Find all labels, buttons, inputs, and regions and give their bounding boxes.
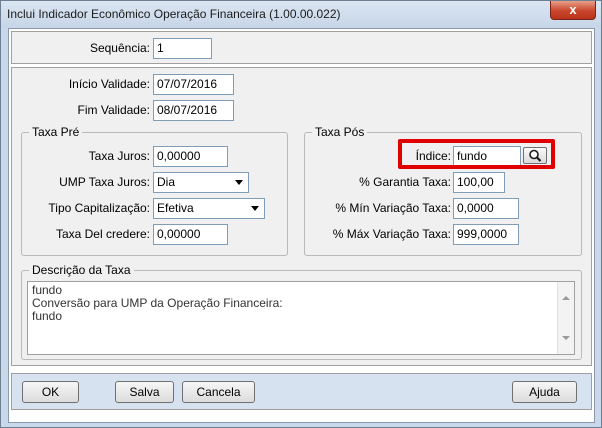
ump-taxa-juros-select[interactable]: Dia [153,172,249,193]
salva-button[interactable]: Salva [115,381,174,403]
taxa-pos-legend: Taxa Pós [312,125,368,139]
inicio-validade-label: Início Validade: [68,77,150,91]
dialog-content: Sequência: 1 Início Validade: 07/07/2016… [8,28,595,423]
tipo-capitalizacao-select[interactable]: Efetiva [153,198,265,219]
fim-validade-input[interactable]: 08/07/2016 [153,100,234,121]
taxa-pre-legend: Taxa Pré [29,125,83,139]
descricao-textarea[interactable]: fundo Conversão para UMP da Operação Fin… [27,281,575,355]
sequencia-panel: Sequência: 1 [11,31,592,64]
descricao-line: Conversão para UMP da Operação Financeir… [32,296,283,310]
scroll-down-icon[interactable] [562,336,570,340]
chevron-down-icon [235,180,243,185]
ump-taxa-juros-value: Dia [157,175,176,189]
cancela-button[interactable]: Cancela [182,381,255,403]
taxa-pos-group: Taxa Pós Índice: fundo % Garantia Taxa: … [304,125,582,256]
descricao-legend: Descrição da Taxa [29,263,134,277]
taxa-juros-input[interactable]: 0,00000 [153,146,228,167]
tipo-capitalizacao-label: Tipo Capitalização: [48,201,150,215]
min-variacao-taxa-input[interactable]: 0,0000 [453,198,519,219]
descricao-line: fundo [32,309,63,323]
title-bar[interactable]: Inclui Indicador Econômico Operação Fina… [1,1,601,28]
garantia-taxa-label: % Garantia Taxa: [359,175,451,189]
max-variacao-taxa-label: % Máx Variação Taxa: [332,227,451,241]
inicio-validade-input[interactable]: 07/07/2016 [153,74,234,95]
window-title: Inclui Indicador Econômico Operação Fina… [7,7,341,21]
ajuda-button[interactable]: Ajuda [512,381,577,403]
close-button[interactable]: x [550,1,596,20]
close-icon: x [569,2,577,17]
chevron-down-icon [251,206,259,211]
tipo-capitalizacao-value: Efetiva [157,201,194,215]
garantia-taxa-input[interactable]: 100,00 [453,172,505,193]
fim-validade-label: Fim Validade: [77,103,150,117]
min-variacao-taxa-label: % Mín Variação Taxa: [335,201,451,215]
ump-taxa-juros-label: UMP Taxa Juros: [59,175,150,189]
scroll-up-icon[interactable] [562,296,570,300]
main-panel: Início Validade: 07/07/2016 Fim Validade… [11,67,592,366]
max-variacao-taxa-input[interactable]: 999,0000 [453,224,519,245]
descricao-scrollbar[interactable] [557,282,574,354]
button-bar: OK Salva Cancela Ajuda [11,373,592,410]
taxa-del-credere-input[interactable]: 0,00000 [153,224,228,245]
sequencia-input[interactable]: 1 [153,38,212,59]
taxa-pre-group: Taxa Pré Taxa Juros: 0,00000 UMP Taxa Ju… [21,125,288,256]
taxa-del-credere-label: Taxa Del credere: [55,227,150,241]
descricao-group: Descrição da Taxa fundo Conversão para U… [21,263,582,360]
ok-button[interactable]: OK [22,381,79,403]
indice-highlight-box [398,139,555,169]
sequencia-label: Sequência: [89,41,150,55]
taxa-juros-label: Taxa Juros: [88,149,150,163]
dialog-window: Inclui Indicador Econômico Operação Fina… [0,0,602,428]
